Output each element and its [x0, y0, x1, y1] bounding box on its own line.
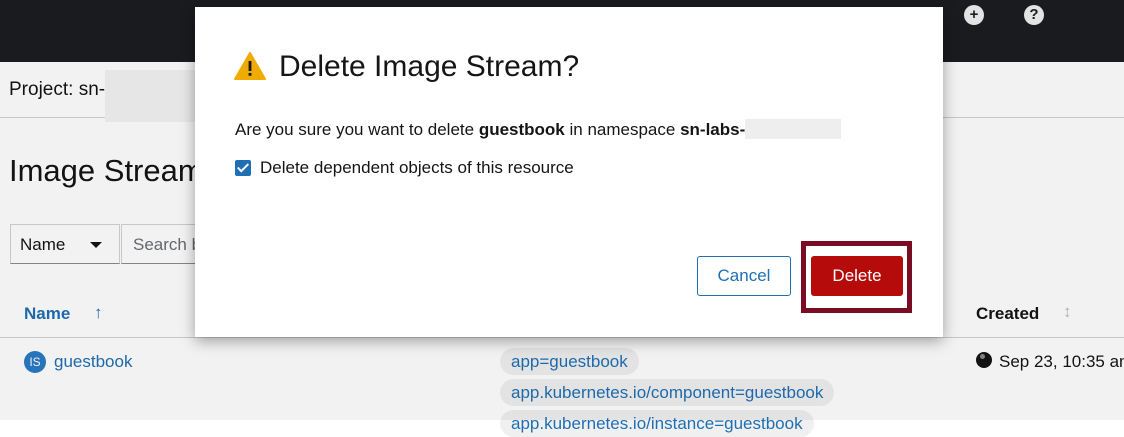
modal-message: Are you sure you want to delete guestboo… — [235, 119, 842, 140]
delete-dependents-label[interactable]: Delete dependent objects of this resourc… — [260, 158, 574, 178]
message-prefix: Are you sure you want to delete — [235, 120, 479, 139]
delete-modal: Delete Image Stream? Are you sure you wa… — [195, 7, 943, 337]
cancel-button[interactable]: Cancel — [697, 256, 791, 296]
namespace-name: sn-labs- — [680, 120, 746, 139]
modal-title: Delete Image Stream? — [279, 50, 580, 83]
redacted-namespace — [745, 119, 842, 139]
resource-name: guestbook — [478, 120, 565, 139]
message-middle: in namespace — [564, 120, 681, 139]
delete-button[interactable]: Delete — [811, 256, 903, 296]
warning-triangle-icon — [234, 52, 266, 80]
delete-dependents-checkbox[interactable] — [235, 160, 251, 176]
